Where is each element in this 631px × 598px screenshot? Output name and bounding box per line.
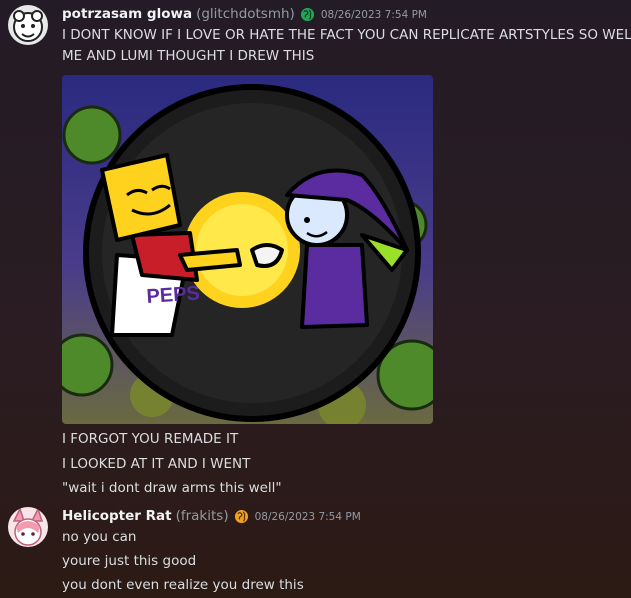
user-handle: (frakits): [175, 508, 229, 524]
avatar[interactable]: [8, 507, 48, 547]
timestamp: 08/26/2023 7:54 PM: [254, 511, 361, 523]
message-text: I LOOKED AT IT AND I WENT: [62, 456, 251, 472]
message-text: no you can: [62, 529, 137, 545]
message-text: youre just this good: [62, 553, 197, 569]
message-text: "wait i dont draw arms this well": [62, 480, 282, 496]
username[interactable]: potrzasam glowa: [62, 6, 192, 22]
message-text: I FORGOT YOU REMADE IT: [62, 431, 239, 447]
message-text: ME AND LUMI THOUGHT I DREW THIS: [62, 48, 315, 64]
user-handle: (glitchdotsmh): [196, 6, 295, 22]
globe-icon: [234, 509, 249, 524]
message-text: you dont even realize you drew this: [62, 577, 304, 593]
image-attachment[interactable]: PEPS: [62, 75, 433, 424]
username[interactable]: Helicopter Rat: [62, 508, 172, 524]
timestamp: 08/26/2023 7:54 PM: [320, 9, 427, 21]
shirt-text: PEPS: [146, 282, 201, 308]
message-text: I DONT KNOW IF I LOVE OR HATE THE FACT Y…: [62, 27, 631, 43]
globe-icon: [300, 7, 315, 22]
avatar[interactable]: [8, 5, 48, 45]
